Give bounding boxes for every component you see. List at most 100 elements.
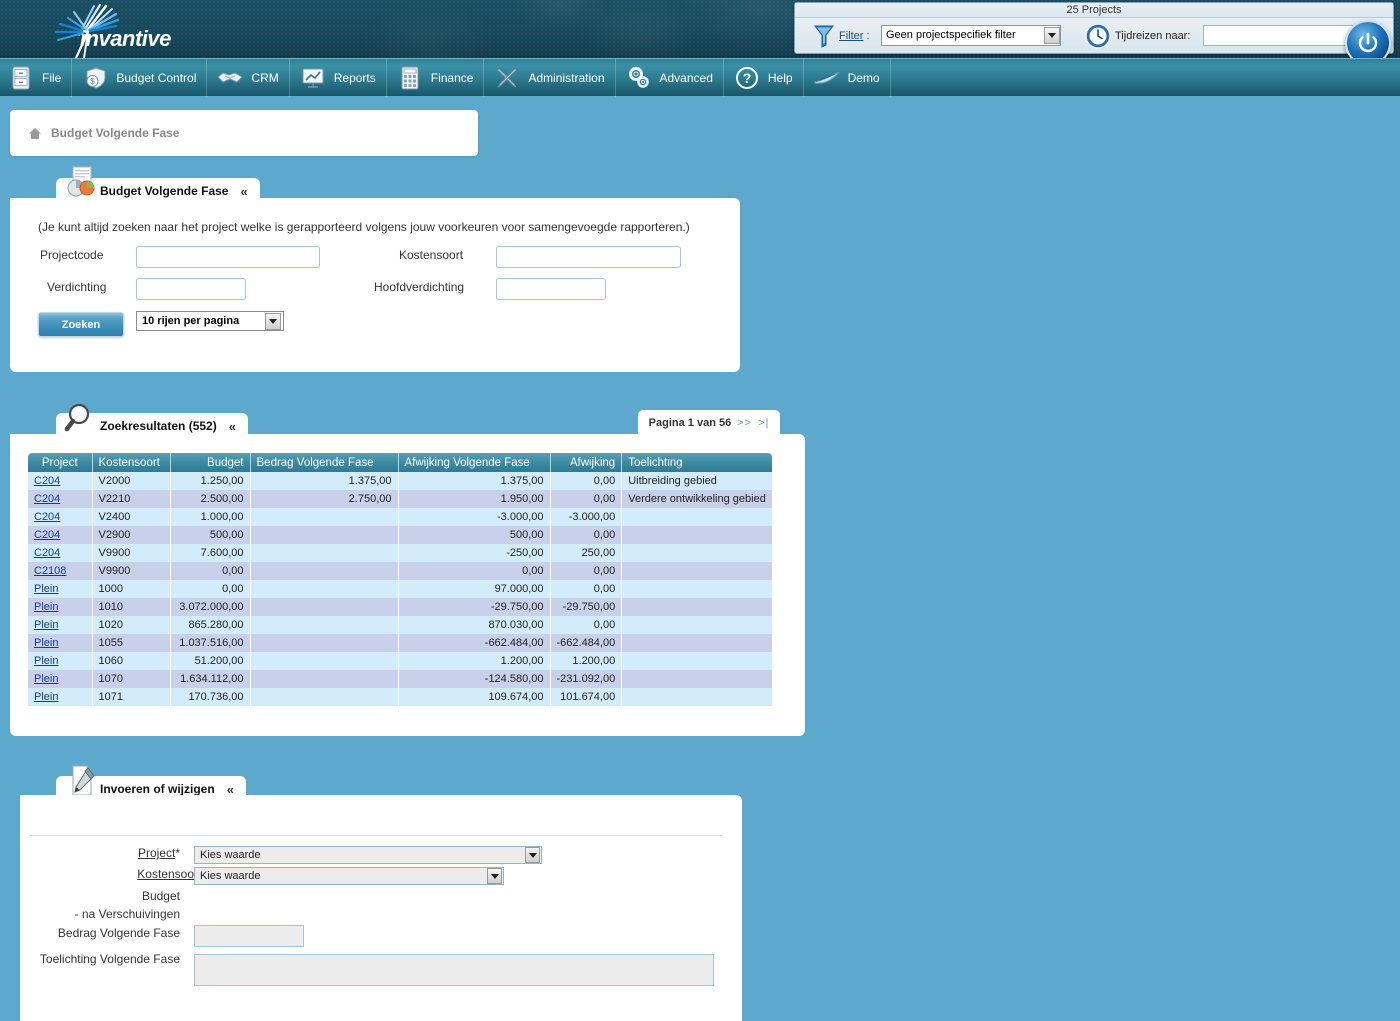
edit-project-label: Project* [60, 846, 180, 860]
chevron-down-icon[interactable] [265, 313, 281, 330]
breadcrumb[interactable]: Budget Volgende Fase [10, 110, 478, 156]
cell-project[interactable]: C2108 [28, 562, 93, 580]
edit-toelichting-textarea[interactable] [194, 954, 714, 986]
menu-item-reports[interactable]: Reports [290, 58, 387, 97]
chevron-up-icon[interactable]: « [229, 420, 236, 433]
project-filter-select[interactable]: Geen projectspecifiek filter [881, 25, 1061, 46]
edit-kostensoort-select[interactable]: Kies waarde [194, 867, 504, 885]
edit-project-link[interactable]: Project [138, 846, 175, 860]
verdichting-input[interactable] [136, 278, 246, 300]
table-row[interactable]: Plein 1055 1.037.516,00 -662.484,00 -662.484… [28, 634, 773, 652]
cell-project[interactable]: Plein [28, 616, 93, 634]
cell-project[interactable]: C204 [28, 508, 93, 526]
edit-kostensoort-link[interactable]: Kostensoort [137, 867, 201, 881]
project-link[interactable]: Plein [34, 691, 58, 703]
chevron-up-icon[interactable]: « [227, 783, 234, 796]
projectcode-input[interactable] [136, 246, 320, 268]
menu-item-advanced[interactable]: Advanced [616, 58, 724, 97]
kostensoort-input[interactable] [496, 246, 681, 268]
cell-project[interactable]: C204 [28, 490, 93, 508]
rows-per-page-select[interactable]: 10 rijen per pagina [136, 311, 284, 331]
project-link[interactable]: C204 [34, 475, 60, 487]
chevron-down-icon[interactable] [487, 868, 502, 884]
table-row[interactable]: Plein 1071 170.736,00 109.674,00 101.674,00 [28, 688, 773, 706]
column-header-kostensoort[interactable]: Kostensoort [92, 453, 171, 472]
home-icon[interactable] [28, 127, 42, 140]
cell-project[interactable]: Plein [28, 652, 93, 670]
projectcode-label: Projectcode [40, 248, 104, 262]
edit-project-select[interactable]: Kies waarde [194, 846, 542, 864]
next-page-button[interactable]: >> [737, 417, 752, 429]
project-link[interactable]: C204 [34, 547, 60, 559]
magnifier-icon [64, 403, 90, 432]
column-header-toelichting[interactable]: Toelichting [621, 453, 773, 472]
chevron-down-icon[interactable] [525, 847, 540, 863]
cell-budget: 1.000,00 [170, 508, 251, 526]
project-link[interactable]: C204 [34, 529, 60, 541]
column-header-afwijking-volgende-fase[interactable]: Afwijking Volgende Fase [398, 453, 551, 472]
app-logo[interactable]: invantive [28, 2, 218, 58]
cell-project[interactable]: C204 [28, 526, 93, 544]
pencil-document-icon [72, 765, 95, 796]
cell-afwijking: 0,00 [550, 490, 623, 508]
project-link[interactable]: Plein [34, 673, 58, 685]
project-link[interactable]: Plein [34, 655, 58, 667]
table-row[interactable]: C204 V2000 1.250,00 1.375,00 1.375,00 0,00 Uit… [28, 472, 773, 490]
hoofdverdichting-input[interactable] [496, 278, 606, 300]
project-link[interactable]: Plein [34, 637, 58, 649]
menu-item-demo[interactable]: Demo [804, 58, 891, 97]
table-row[interactable]: C204 V2400 1.000,00 -3.000,00 -3.000,00 [28, 508, 773, 526]
menu-item-administration[interactable]: Administration [484, 58, 616, 97]
cell-bedrag-volgende-fase: 1.375,00 [250, 472, 399, 490]
project-link[interactable]: C2108 [34, 565, 66, 577]
project-link[interactable]: Plein [34, 619, 58, 631]
column-header-bedrag-volgende-fase[interactable]: Bedrag Volgende Fase [250, 453, 399, 472]
table-row[interactable]: C204 V2900 500,00 500,00 0,00 [28, 526, 773, 544]
table-row[interactable]: C204 V2210 2.500,00 2.750,00 1.950,00 0,00 Ver… [28, 490, 773, 508]
search-panel-tab-label: Budget Volgende Fase [100, 184, 229, 198]
chevron-down-icon[interactable] [1044, 27, 1060, 44]
column-header-afwijking[interactable]: Afwijking [550, 453, 623, 472]
menu-item-finance[interactable]: Finance [387, 58, 485, 97]
menu-item-label: Help [767, 70, 793, 85]
filter-label[interactable]: Filter : [839, 30, 870, 42]
table-row[interactable]: Plein 1020 865.280,00 870.030,00 0,00 [28, 616, 773, 634]
table-row[interactable]: Plein 1070 1.634.112,00 -124.580,00 -231.092… [28, 670, 773, 688]
project-link[interactable]: C204 [34, 511, 60, 523]
filter-link[interactable]: Filter [839, 30, 863, 42]
edit-budget-label: Budget [141, 889, 180, 903]
cell-project[interactable]: Plein [28, 598, 93, 616]
cell-project[interactable]: C204 [28, 544, 93, 562]
last-page-button[interactable]: >| [758, 417, 769, 429]
timetravel-input[interactable] [1203, 25, 1353, 46]
column-header-project[interactable]: Project [28, 453, 93, 472]
project-link[interactable]: Plein [34, 601, 58, 613]
project-link[interactable]: Plein [34, 583, 58, 595]
table-row[interactable]: Plein 1060 51.200,00 1.200,00 1.200,00 [28, 652, 773, 670]
menu-item-help[interactable]: ? Help [724, 58, 804, 97]
cell-project[interactable]: Plein [28, 580, 93, 598]
table-row[interactable]: C204 V9900 7.600,00 -250,00 250,00 [28, 544, 773, 562]
cell-project[interactable]: Plein [28, 634, 93, 652]
table-row[interactable]: Plein 1000 0,00 97.000,00 0,00 [28, 580, 773, 598]
project-link[interactable]: C204 [34, 493, 60, 505]
edit-bedrag-input[interactable] [194, 925, 304, 947]
menu-item-file[interactable]: File [0, 58, 73, 97]
column-header-budget[interactable]: Budget [170, 453, 251, 472]
table-row[interactable]: Plein 1010 3.072.000,00 -29.750,00 -29.750,0… [28, 598, 773, 616]
table-row[interactable]: C2108 V9900 0,00 0,00 0,00 [28, 562, 773, 580]
menu-item-budget-control[interactable]: $ Budget Control [72, 58, 208, 97]
cell-kostensoort: 1000 [92, 580, 171, 598]
cell-bedrag-volgende-fase: 2.750,00 [250, 490, 399, 508]
cell-project[interactable]: C204 [28, 472, 93, 490]
pagination-control[interactable]: Pagina 1 van 56 >> >| [638, 410, 780, 435]
cell-bedrag-volgende-fase [250, 616, 399, 634]
menu-item-crm[interactable]: CRM [207, 58, 290, 97]
cell-project[interactable]: Plein [28, 670, 93, 688]
time-travel-clock-icon[interactable] [1085, 23, 1111, 49]
cell-budget: 0,00 [170, 562, 251, 580]
verdichting-label: Verdichting [47, 280, 107, 294]
chevron-up-icon[interactable]: « [240, 185, 247, 198]
search-button[interactable]: Zoeken [38, 312, 124, 337]
cell-project[interactable]: Plein [28, 688, 93, 706]
